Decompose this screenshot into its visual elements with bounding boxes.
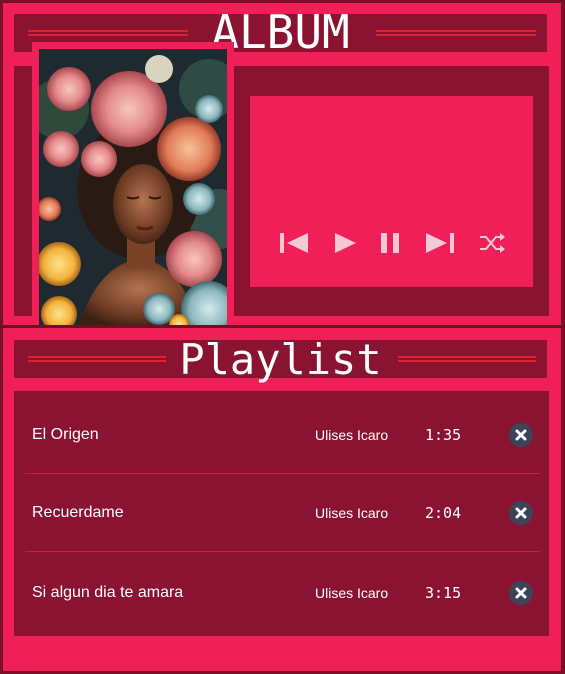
section-divider bbox=[0, 325, 565, 328]
track-artist: Ulises Icaro bbox=[315, 427, 389, 443]
next-button[interactable] bbox=[424, 228, 456, 258]
remove-track-button[interactable] bbox=[509, 423, 533, 447]
track-artist: Ulises Icaro bbox=[315, 505, 389, 521]
pause-icon bbox=[381, 233, 399, 253]
track-row[interactable]: Recuerdame Ulises Icaro 2:04 bbox=[25, 474, 540, 552]
track-duration: 1:35 bbox=[425, 426, 462, 444]
track-row[interactable]: El Origen Ulises Icaro 1:35 bbox=[25, 396, 540, 474]
track-duration: 2:04 bbox=[425, 504, 462, 522]
play-button[interactable] bbox=[330, 228, 362, 258]
track-title: Si algun dia te amara bbox=[32, 584, 184, 601]
next-icon bbox=[426, 233, 454, 253]
remove-track-button[interactable] bbox=[509, 501, 533, 525]
shuffle-icon bbox=[480, 233, 505, 253]
play-icon bbox=[335, 233, 356, 253]
close-icon bbox=[515, 587, 527, 599]
row-divider bbox=[25, 551, 540, 552]
track-duration: 3:15 bbox=[425, 584, 462, 602]
previous-button[interactable] bbox=[278, 228, 310, 258]
track-title: Recuerdame bbox=[32, 504, 124, 521]
track-row[interactable]: Si algun dia te amara Ulises Icaro 3:15 bbox=[25, 554, 540, 632]
close-icon bbox=[515, 429, 527, 441]
album-cover-image bbox=[39, 49, 227, 325]
remove-track-button[interactable] bbox=[509, 581, 533, 605]
playlist-panel: El Origen Ulises Icaro 1:35 Recuerdame U… bbox=[14, 391, 549, 636]
player-panel bbox=[250, 96, 533, 287]
track-artist: Ulises Icaro bbox=[315, 585, 389, 601]
close-icon bbox=[515, 507, 527, 519]
player-controls bbox=[250, 228, 533, 258]
pause-button[interactable] bbox=[376, 228, 408, 258]
track-title: El Origen bbox=[32, 426, 99, 443]
previous-icon bbox=[280, 233, 308, 253]
shuffle-button[interactable] bbox=[476, 228, 508, 258]
playlist-heading: Playlist bbox=[179, 335, 382, 384]
